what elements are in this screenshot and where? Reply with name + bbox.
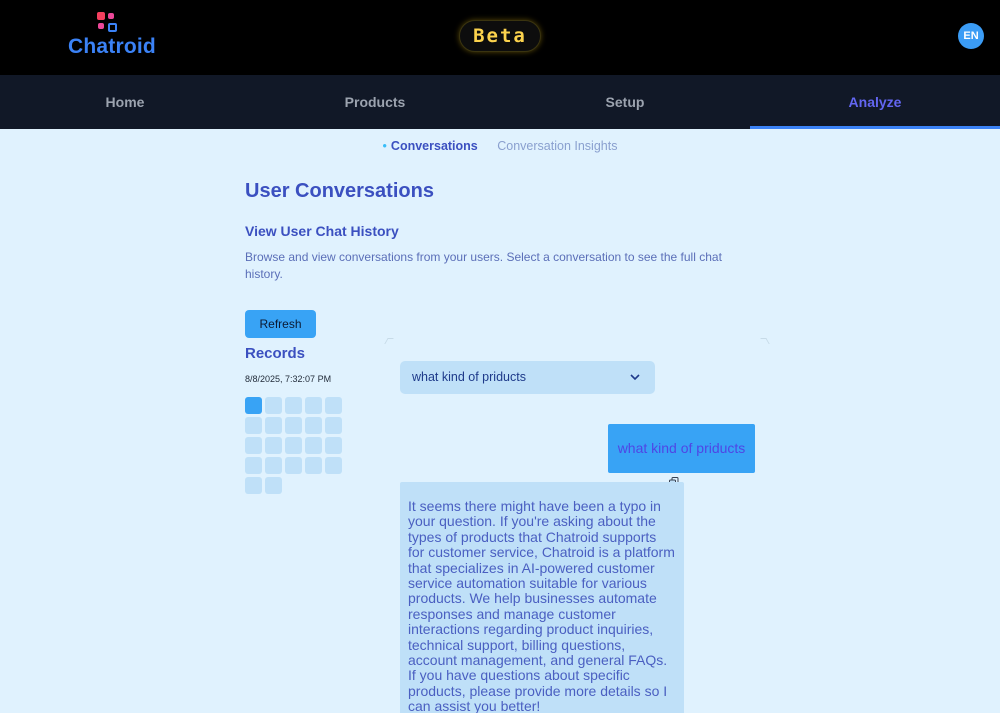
- record-cell[interactable]: [305, 397, 322, 414]
- record-date: 8/8/2025, 7:32:07 PM: [245, 374, 332, 384]
- beta-badge: Beta: [459, 20, 541, 52]
- chat-panel-corner-right: [760, 338, 770, 344]
- user-message-bubble: what kind of priducts: [608, 424, 755, 473]
- record-cell[interactable]: [325, 417, 342, 434]
- language-button[interactable]: EN: [958, 23, 984, 49]
- record-cell[interactable]: [245, 477, 262, 494]
- conversation-select[interactable]: what kind of priducts: [400, 361, 655, 394]
- record-cell[interactable]: [265, 437, 282, 454]
- tab-conversations[interactable]: Conversations: [383, 139, 478, 153]
- bot-message-bubble: It seems there might have been a typo in…: [400, 482, 684, 713]
- record-cell[interactable]: [265, 457, 282, 474]
- record-cell[interactable]: [305, 457, 322, 474]
- record-cell[interactable]: [325, 397, 342, 414]
- record-cell[interactable]: [265, 477, 282, 494]
- subtabs: Conversations Conversation Insights: [0, 139, 1000, 153]
- nav-item-analyze[interactable]: Analyze: [750, 75, 1000, 129]
- record-cell[interactable]: [285, 457, 302, 474]
- refresh-button[interactable]: Refresh: [245, 310, 316, 338]
- records-grid: [245, 397, 345, 494]
- record-cell[interactable]: [245, 397, 262, 414]
- record-cell[interactable]: [305, 417, 322, 434]
- page-description: Browse and view conversations from your …: [245, 250, 722, 281]
- record-cell[interactable]: [325, 457, 342, 474]
- nav-item-products[interactable]: Products: [250, 75, 500, 129]
- record-cell[interactable]: [265, 397, 282, 414]
- record-cell[interactable]: [245, 437, 262, 454]
- chatroid-logo[interactable]: Chatroid: [68, 12, 158, 60]
- chevron-down-icon: [630, 374, 640, 381]
- record-cell[interactable]: [285, 437, 302, 454]
- record-cell[interactable]: [285, 417, 302, 434]
- chatroid-logo-icon: [97, 12, 121, 36]
- logo-text: Chatroid: [68, 35, 156, 58]
- nav-item-setup[interactable]: Setup: [500, 75, 750, 129]
- top-header: Chatroid Beta EN: [0, 0, 1000, 75]
- record-cell[interactable]: [245, 457, 262, 474]
- section-title: View User Chat History: [245, 223, 399, 239]
- record-cell[interactable]: [265, 417, 282, 434]
- page-title: User Conversations: [245, 180, 434, 202]
- record-cell[interactable]: [325, 437, 342, 454]
- record-cell[interactable]: [245, 417, 262, 434]
- record-cell[interactable]: [285, 397, 302, 414]
- conversation-select-value: what kind of priducts: [412, 370, 526, 384]
- record-cell[interactable]: [305, 437, 322, 454]
- nav-item-home[interactable]: Home: [0, 75, 250, 129]
- chat-panel-corner-left: [384, 338, 394, 344]
- records-title: Records: [245, 345, 306, 362]
- tab-conversation-insights[interactable]: Conversation Insights: [497, 139, 617, 153]
- main-nav: Home Products Setup Analyze: [0, 75, 1000, 129]
